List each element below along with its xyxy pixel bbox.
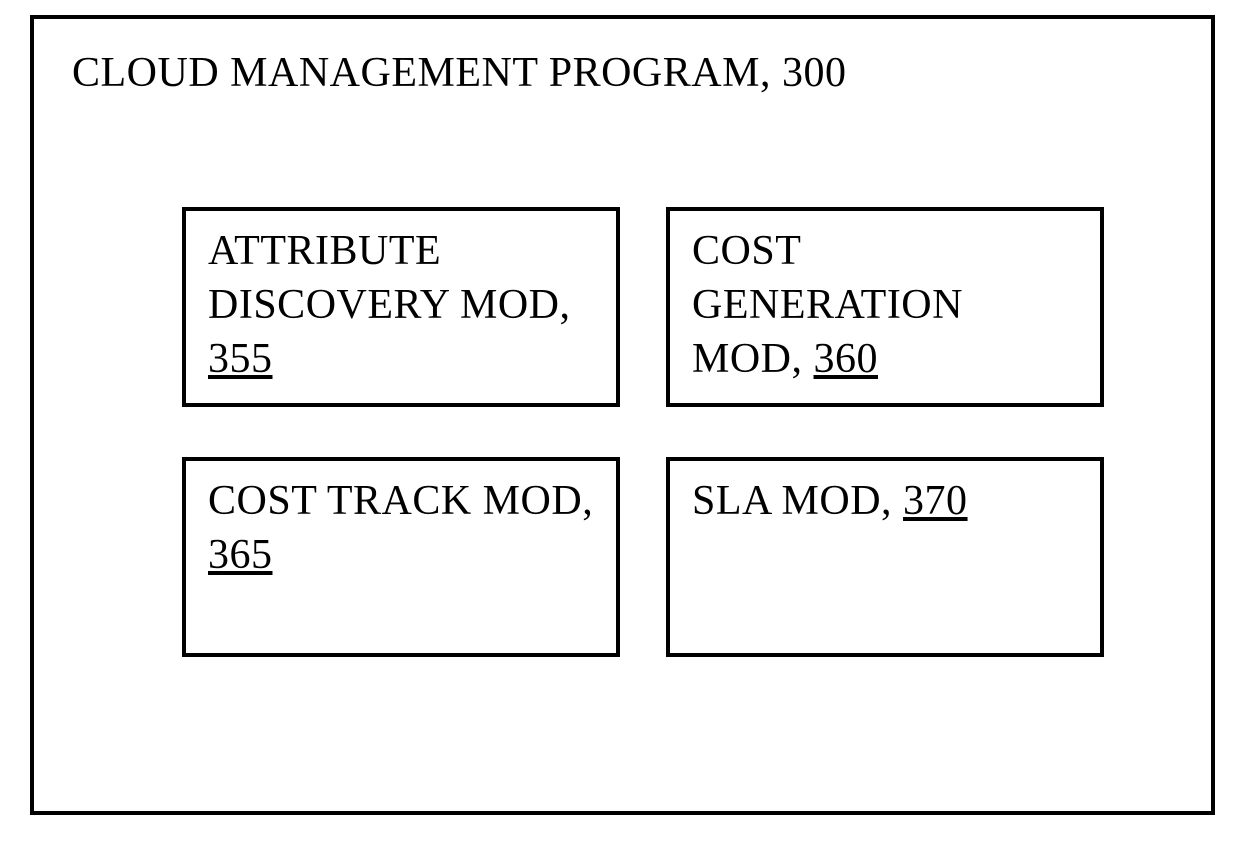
module-reference: 365 <box>208 532 273 578</box>
program-container: CLOUD MANAGEMENT PROGRAM, 300 ATTRIBUTE … <box>30 15 1215 815</box>
module-row-1: ATTRIBUTE DISCOVERY MOD, 355 COST GENERA… <box>182 207 1173 407</box>
module-cost-track: COST TRACK MOD, 365 <box>182 457 620 657</box>
module-label: COST TRACK MOD, <box>208 478 593 524</box>
module-reference: 360 <box>814 336 879 382</box>
module-row-2: COST TRACK MOD, 365 SLA MOD, 370 <box>182 457 1173 657</box>
module-label: SLA MOD, <box>692 478 903 524</box>
module-cost-generation: COST GENERATION MOD, 360 <box>666 207 1104 407</box>
module-grid: ATTRIBUTE DISCOVERY MOD, 355 COST GENERA… <box>182 207 1173 657</box>
module-label: ATTRIBUTE DISCOVERY MOD, <box>208 228 570 328</box>
module-attribute-discovery: ATTRIBUTE DISCOVERY MOD, 355 <box>182 207 620 407</box>
module-reference: 370 <box>903 478 968 524</box>
program-title: CLOUD MANAGEMENT PROGRAM, 300 <box>72 49 1173 97</box>
module-reference: 355 <box>208 336 273 382</box>
module-sla: SLA MOD, 370 <box>666 457 1104 657</box>
